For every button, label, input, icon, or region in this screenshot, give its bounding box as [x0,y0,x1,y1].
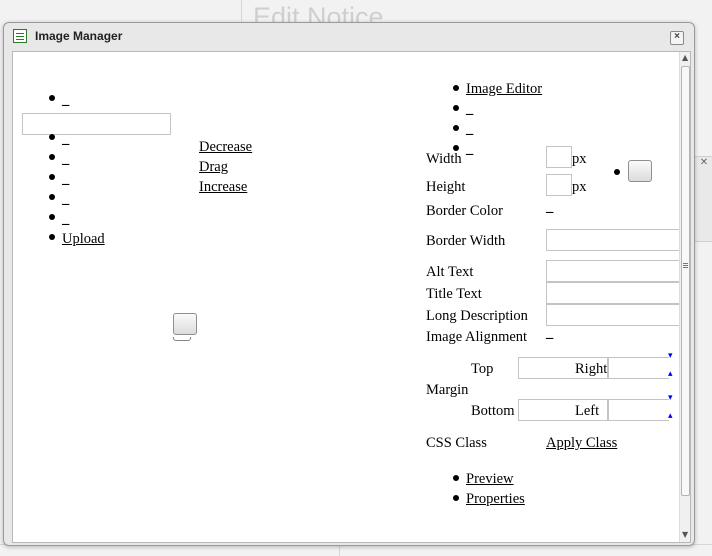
margin-right-spinner-icon[interactable]: ▴ [668,368,673,378]
margin-top-label: Top [471,361,494,377]
border-width-label: Border Width [426,233,506,249]
long-description-input[interactable] [546,304,679,326]
margin-top-spinner-icon[interactable]: ▾ [668,350,673,360]
image-preview-button[interactable] [173,313,197,335]
list-bullet [49,214,55,220]
scroll-down-icon[interactable]: ▼ [682,530,688,539]
resize-handle-icon[interactable] [173,337,191,341]
list-bullet [614,169,620,175]
image-alignment-picker[interactable]: _ [546,324,553,342]
background-divider [241,0,242,22]
width-input[interactable] [546,146,572,168]
zoom-increase-link[interactable]: Increase [199,178,247,196]
properties-link[interactable]: Properties [466,490,525,508]
vertical-scroll-thumb[interactable] [681,66,690,496]
border-color-picker[interactable]: _ [546,198,553,216]
margin-left-input[interactable] [608,399,669,421]
dialog-titlebar[interactable]: Image Manager × [4,23,694,49]
list-bullet [453,475,459,481]
close-button[interactable]: × [670,31,684,45]
zoom-decrease-link[interactable]: Decrease [199,138,252,156]
list-bullet [453,105,459,111]
path-input[interactable] [22,113,171,135]
tab-link[interactable]: _ [466,100,473,118]
file-list-item[interactable]: _ [62,150,69,168]
css-class-label: CSS Class [426,435,487,451]
horizontal-scrollbar[interactable]: ◀ ▶ [13,542,679,543]
border-width-input[interactable] [546,229,679,251]
height-label: Height [426,179,466,195]
tab-link[interactable]: _ [466,120,473,138]
dialog-title: Image Manager [35,29,123,43]
margin-bottom-spinner-icon[interactable]: ▾ [668,392,673,402]
list-bullet [453,85,459,91]
constrain-proportions-button[interactable] [628,160,652,182]
margin-right-label: Right [575,361,608,377]
margin-bottom-label: Bottom [471,403,515,419]
list-bullet [49,95,55,101]
preview-link[interactable]: Preview [466,470,514,488]
height-input[interactable] [546,174,572,196]
file-list-item[interactable]: _ [62,210,69,228]
margin-left-spinner-icon[interactable]: ▴ [668,410,673,420]
file-list-item[interactable]: _ [62,170,69,188]
upload-link[interactable]: Upload [62,230,105,248]
width-unit: px [572,151,587,167]
image-alignment-label: Image Alignment [426,329,528,345]
apply-class-link[interactable]: Apply Class [546,434,617,452]
alt-text-input[interactable] [546,260,679,282]
zoom-drag-link[interactable]: Drag [199,158,228,176]
scroll-up-icon[interactable]: ▲ [682,53,688,62]
file-list-item[interactable]: _ [62,190,69,208]
tab-image-editor[interactable]: Image Editor [466,80,542,98]
close-icon[interactable]: ✕ [695,157,712,168]
background-toolbar[interactable]: ✕ [694,156,712,242]
width-label: Width [426,151,462,167]
list-bullet [453,125,459,131]
image-manager-icon [13,29,27,43]
margin-label: Margin [426,382,469,398]
margin-right-input[interactable] [608,357,669,379]
image-manager-dialog: Image Manager × _ _ _ _ _ _ Upload Decre… [3,22,695,546]
list-bullet [49,174,55,180]
list-bullet [49,234,55,240]
border-color-label: Border Color [426,203,503,219]
title-text-label: Title Text [426,286,482,302]
dialog-content: _ _ _ _ _ _ Upload Decrease Drag Increas… [12,51,691,543]
height-unit: px [572,179,587,195]
alt-text-label: Alt Text [426,264,474,280]
title-text-input[interactable] [546,282,679,304]
long-description-label: Long Description [426,308,528,324]
list-bullet [453,495,459,501]
list-bullet [49,154,55,160]
folder-link[interactable]: _ [62,91,69,109]
tab-link[interactable]: _ [466,140,473,158]
list-bullet [49,194,55,200]
vertical-scrollbar[interactable]: ▲ ▼ [679,52,690,542]
list-bullet [49,134,55,140]
file-list-item[interactable]: _ [62,130,69,148]
margin-left-label: Left [575,403,600,419]
